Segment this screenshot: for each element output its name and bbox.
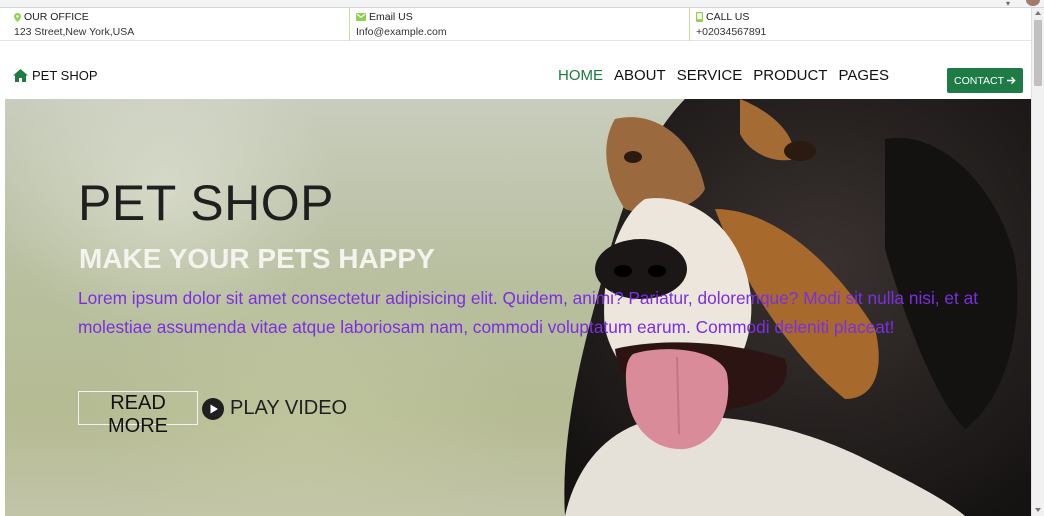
play-circle-icon <box>202 397 224 420</box>
call-info: CALL US +02034567891 <box>689 8 766 41</box>
top-info-bar: OUR OFFICE 123 Street,New York,USA Email… <box>0 8 1031 41</box>
map-pin-icon <box>14 12 21 22</box>
hero-subtitle: MAKE YOUR PETS HAPPY <box>79 243 435 274</box>
contact-label: CONTACT <box>954 74 1004 87</box>
envelope-icon <box>356 13 366 21</box>
scroll-down-icon[interactable] <box>1035 508 1041 512</box>
email-title: Email US <box>369 11 413 23</box>
office-address: 123 Street,New York,USA <box>14 26 135 38</box>
scroll-up-icon[interactable] <box>1035 11 1041 15</box>
nav-pages[interactable]: PAGES <box>838 67 889 84</box>
email-info: Email US Info@example.com <box>349 8 447 41</box>
office-title: OUR OFFICE <box>24 11 89 23</box>
home-icon <box>13 69 28 82</box>
nav-about[interactable]: ABOUT <box>614 67 666 84</box>
main-navbar: PET SHOP HOME ABOUT SERVICE PRODUCT PAGE… <box>0 41 1031 99</box>
email-address[interactable]: Info@example.com <box>356 26 447 38</box>
play-video-label: PLAY VIDEO <box>230 397 348 419</box>
nav-links: HOME ABOUT SERVICE PRODUCT PAGES <box>558 67 889 84</box>
window-control-icon[interactable]: ▾ <box>1006 0 1010 8</box>
page-scrollbar[interactable] <box>1031 8 1044 516</box>
browser-chrome-edge: ▾ <box>0 0 1044 8</box>
read-more-button[interactable]: READ MORE <box>78 391 198 437</box>
arrow-right-icon <box>1006 76 1016 85</box>
play-video-link[interactable]: PLAY VIDEO <box>202 397 347 420</box>
hero-title: PET SHOP <box>78 175 334 231</box>
profile-avatar[interactable] <box>1026 0 1040 6</box>
office-info: OUR OFFICE 123 Street,New York,USA <box>8 8 134 41</box>
contact-button[interactable]: CONTACT <box>947 68 1023 93</box>
phone-number[interactable]: +02034567891 <box>696 26 766 38</box>
nav-home[interactable]: HOME <box>558 67 603 84</box>
hero-description: Lorem ipsum dolor sit amet consectetur a… <box>78 288 979 337</box>
brand-logo[interactable]: PET SHOP <box>13 68 98 83</box>
nav-product[interactable]: PRODUCT <box>753 67 827 84</box>
call-title: CALL US <box>706 11 750 23</box>
brand-name: PET SHOP <box>32 68 98 83</box>
scrollbar-thumb[interactable] <box>1034 20 1042 86</box>
nav-service[interactable]: SERVICE <box>677 67 743 84</box>
phone-icon <box>696 12 703 22</box>
